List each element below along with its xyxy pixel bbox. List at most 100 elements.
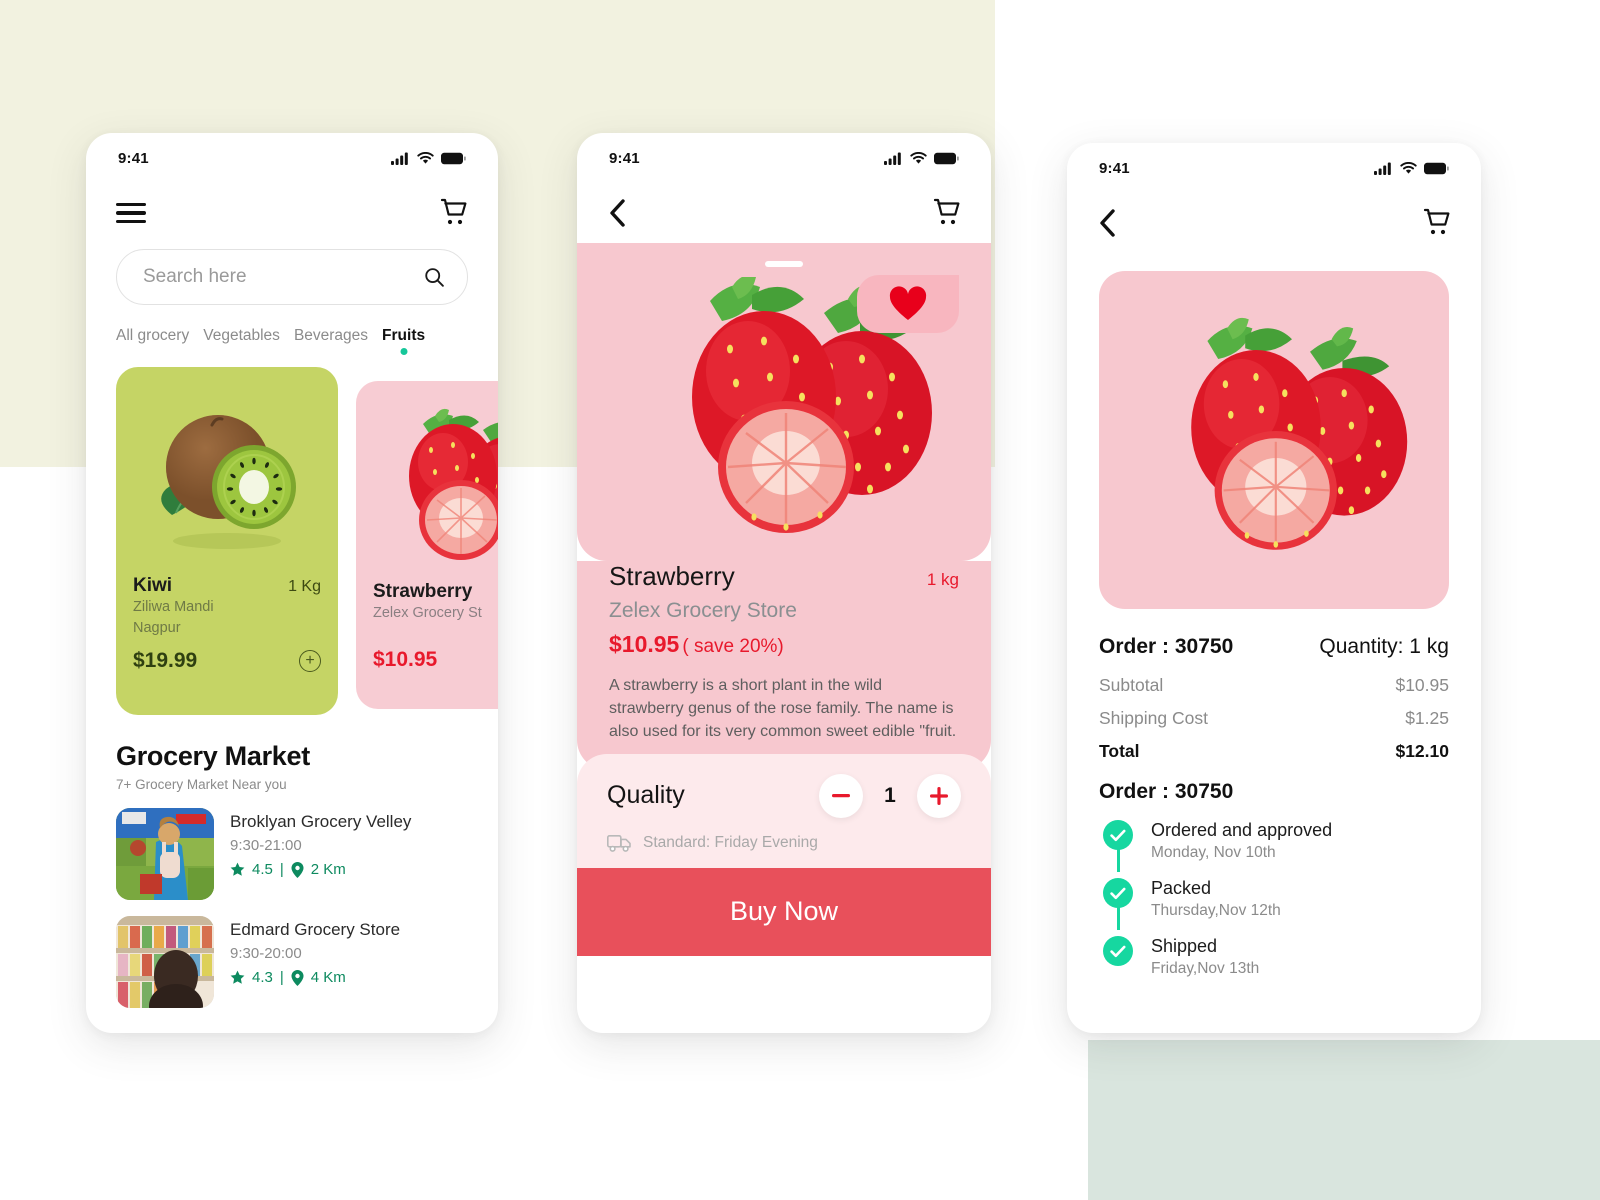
timeline-text: Packed Thursday,Nov 12th	[1151, 878, 1281, 920]
store-name: Broklyan Grocery Velley	[230, 812, 412, 831]
shipping-row: Standard: Friday Evening	[607, 834, 961, 852]
strawberry-image	[356, 381, 498, 581]
buy-now-button[interactable]: Buy Now	[577, 867, 991, 956]
star-icon	[230, 970, 245, 984]
tab-fruits[interactable]: Fruits	[382, 327, 425, 355]
kiwi-store: Ziliwa Mandi	[133, 599, 214, 615]
kiwi-location: Nagpur	[133, 620, 181, 637]
store-hours: 9:30-20:00	[230, 945, 302, 962]
store-meta: 4.3 | 4 Km	[230, 969, 400, 986]
order-number-secondary: Order : 30750	[1099, 780, 1234, 803]
kiwi-title-row: Kiwi 1 Kg	[133, 575, 321, 597]
product-card-strawberry[interactable]: Strawberry Zelex Grocery St $10.95	[356, 381, 498, 709]
shopping-cart-icon[interactable]	[929, 198, 961, 228]
product-description: A strawberry is a short plant in the wil…	[609, 677, 957, 741]
minus-icon[interactable]	[819, 773, 863, 818]
product-name: Strawberry	[609, 561, 735, 591]
timeline-marker-col	[1103, 820, 1133, 872]
order-summary: Subtotal $10.95 Shipping Cost $1.25 Tota…	[1067, 659, 1481, 762]
summary-value: $10.95	[1395, 675, 1449, 695]
buy-now-label: Buy Now	[729, 896, 839, 927]
active-tab-indicator	[400, 348, 408, 355]
chevron-left-icon[interactable]	[1097, 208, 1117, 238]
kiwi-price-row: $19.99 +	[133, 649, 321, 673]
plus-circle-icon[interactable]: +	[299, 650, 321, 673]
heart-icon	[889, 286, 927, 320]
summary-row-subtotal: Subtotal $10.95	[1099, 675, 1449, 696]
tab-all-grocery[interactable]: All grocery	[116, 327, 189, 355]
store-rating: 4.3	[252, 969, 273, 986]
timeline-date: Thursday,Nov 12th	[1151, 902, 1281, 919]
product-discount: ( save 20%)	[682, 636, 784, 657]
kiwi-card-body: Kiwi 1 Kg Ziliwa Mandi Nagpur $19.99 +	[116, 575, 338, 673]
search-input[interactable]	[143, 266, 423, 288]
product-card-kiwi[interactable]: Kiwi 1 Kg Ziliwa Mandi Nagpur $19.99 +	[116, 367, 338, 715]
timeline-step-ordered: Ordered and approved Monday, Nov 10th	[1103, 820, 1449, 878]
nav-bar	[577, 183, 991, 243]
product-store: Zelex Grocery Store	[609, 599, 797, 622]
list-item[interactable]: Edmard Grocery Store 9:30-20:00 4.3 | 4 …	[116, 916, 498, 1008]
check-circle-icon	[1103, 936, 1133, 966]
search-section	[86, 243, 498, 305]
status-bar: 9:41	[577, 133, 991, 183]
order-timeline: Ordered and approved Monday, Nov 10th Pa…	[1067, 804, 1481, 978]
timeline-step-packed: Packed Thursday,Nov 12th	[1103, 878, 1449, 936]
tab-beverages[interactable]: Beverages	[294, 327, 368, 355]
quality-row: Quality 1	[607, 773, 961, 818]
cellular-signal-icon	[1374, 162, 1391, 175]
summary-label: Shipping Cost	[1099, 708, 1208, 728]
tab-label: Vegetables	[203, 327, 280, 344]
phone-screen-product-detail: 9:41 Strawberry 1 kg Zelex Grocery Store…	[577, 133, 991, 1033]
nav-bar	[86, 183, 498, 243]
meta-separator: |	[279, 969, 284, 986]
list-item[interactable]: Broklyan Grocery Velley 9:30-21:00 4.5 |…	[116, 808, 498, 900]
product-unit: 1 kg	[926, 570, 959, 589]
product-price-row: $10.95 ( save 20%)	[609, 631, 959, 658]
phone-screen-home: 9:41 Search here All grocery Vegetables …	[86, 133, 498, 1033]
status-time: 9:41	[1099, 159, 1130, 177]
tab-vegetables[interactable]: Vegetables	[203, 327, 280, 355]
kiwi-unit: 1 Kg	[288, 578, 321, 595]
wifi-icon	[417, 151, 434, 164]
battery-icon	[934, 152, 959, 164]
location-pin-icon	[291, 861, 304, 878]
status-icons	[391, 151, 466, 165]
shopping-cart-icon[interactable]	[436, 198, 468, 228]
meta-separator: |	[279, 861, 284, 878]
timeline-text: Shipped Friday,Nov 13th	[1151, 936, 1259, 978]
timeline-text: Ordered and approved Monday, Nov 10th	[1151, 820, 1332, 862]
favorite-button[interactable]	[857, 275, 959, 333]
strawberry-name: Strawberry	[373, 581, 473, 602]
quality-selector-bar: Quality 1 Standard: Friday Evening	[577, 753, 991, 868]
status-icons	[1374, 161, 1449, 175]
store-info: Broklyan Grocery Velley 9:30-21:00 4.5 |…	[230, 808, 411, 900]
cellular-signal-icon	[884, 152, 901, 165]
timeline-marker-col	[1103, 936, 1133, 978]
summary-label: Total	[1099, 741, 1140, 761]
shipping-text: Standard: Friday Evening	[643, 833, 818, 851]
store-name: Edmard Grocery Store	[230, 920, 401, 939]
shopping-cart-icon[interactable]	[1419, 208, 1451, 238]
status-time: 9:41	[118, 149, 149, 167]
order-image-wrap	[1067, 253, 1481, 609]
product-title-row: Strawberry 1 kg	[609, 561, 959, 592]
search-box[interactable]	[116, 249, 468, 305]
store-hours: 9:30-21:00	[230, 837, 302, 854]
tab-label: All grocery	[116, 327, 190, 344]
grocery-market-header: Grocery Market 7+ Grocery Market Near yo…	[86, 715, 498, 792]
battery-icon	[441, 152, 466, 164]
hamburger-menu-icon[interactable]	[116, 202, 146, 224]
quality-label: Quality	[607, 781, 685, 810]
search-icon[interactable]	[423, 265, 445, 289]
order-product-image	[1099, 271, 1449, 609]
timeline-date: Monday, Nov 10th	[1151, 844, 1276, 861]
page-title: Grocery Market	[116, 741, 310, 771]
store-thumbnail	[116, 916, 214, 1008]
summary-value: $12.10	[1395, 741, 1449, 761]
quantity-value: 1	[884, 783, 896, 807]
chevron-left-icon[interactable]	[607, 198, 627, 228]
kiwi-image	[116, 367, 338, 575]
phone-screen-order-tracking: 9:41 Order: 30750 Quantity: 1 kg Subtot…	[1067, 143, 1481, 1033]
plus-icon[interactable]	[917, 773, 961, 818]
timeline-connector	[1117, 906, 1120, 930]
